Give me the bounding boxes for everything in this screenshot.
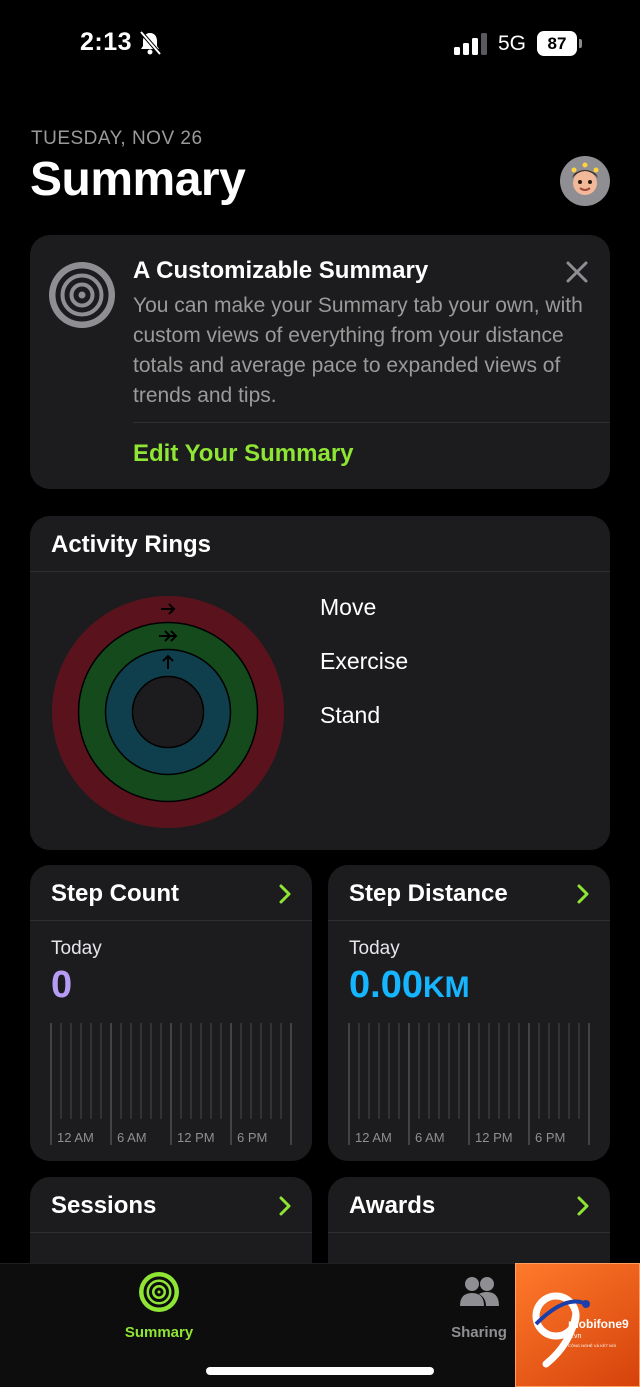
activity-rings-tab-icon [139, 1272, 179, 1312]
card-header: Step Count [30, 865, 312, 921]
chevron-right-icon [577, 884, 589, 904]
step-distance-value: 0.00KM [349, 964, 470, 1007]
edit-summary-link[interactable]: Edit Your Summary [133, 440, 354, 468]
step-count-value: 0 [51, 964, 73, 1006]
profile-avatar[interactable] [560, 156, 610, 206]
people-icon [460, 1277, 499, 1306]
memoji-avatar-icon [571, 162, 599, 195]
awards-title: Awards [349, 1192, 436, 1219]
close-icon[interactable] [564, 259, 590, 285]
page-title: Summary [30, 153, 246, 206]
chart-time-label: 6 AM [117, 1130, 147, 1145]
card-header: Awards [328, 1177, 610, 1233]
activity-rings-card[interactable]: Activity Rings Move Exercise Stand [30, 516, 610, 850]
cellular-signal-icon [454, 33, 487, 55]
stand-label: Stand [320, 702, 381, 728]
tab-summary-label: Summary [124, 1324, 194, 1341]
home-indicator [206, 1367, 434, 1375]
chevron-right-icon [577, 1196, 589, 1216]
chart-time-label: 12 PM [475, 1130, 513, 1145]
step-distance-card[interactable]: Step Distance Today 0.00KM 12 AM 6 AM 12 P… [328, 865, 610, 1161]
battery-tip [579, 39, 582, 48]
exercise-label: Exercise [320, 648, 409, 674]
status-time: 2:13 [80, 28, 133, 56]
promo-title: A Customizable Summary [133, 257, 429, 284]
period-label: Today [51, 938, 102, 959]
tab-summary[interactable]: Summary [99, 1272, 219, 1352]
stand-ring [106, 650, 230, 774]
card-header: Sessions [30, 1177, 312, 1233]
distance-number: 0.00 [349, 964, 423, 1006]
chart-time-label: 12 AM [57, 1130, 94, 1145]
card-header: Activity Rings [30, 516, 610, 572]
divider [133, 422, 610, 423]
svg-text:CÔNG NGHỆ VÀ KẾT NỐI: CÔNG NGHỆ VÀ KẾT NỐI [568, 1343, 616, 1348]
step-count-card[interactable]: Step Count Today 0 12 AM 6 AM 12 PM 6 PM [30, 865, 312, 1161]
chart-time-label: 12 PM [177, 1130, 215, 1145]
chart-time-label: 6 PM [535, 1130, 565, 1145]
distance-unit: KM [422, 971, 470, 1004]
period-label: Today [349, 938, 400, 959]
step-count-title: Step Count [51, 880, 179, 907]
bell-slash-icon [139, 30, 162, 56]
step-count-chart: 12 AM 6 AM 12 PM 6 PM [50, 1023, 292, 1145]
chevron-right-icon [279, 1196, 291, 1216]
activity-rings-chart [52, 596, 284, 828]
customizable-summary-card: A Customizable Summary You can make your… [30, 235, 610, 489]
sessions-title: Sessions [51, 1192, 157, 1219]
svg-text:.vn: .vn [572, 1333, 581, 1340]
card-header: Step Distance [328, 865, 610, 921]
network-type: 5G [498, 32, 527, 55]
battery-indicator: 87 [537, 31, 583, 56]
chart-time-label: 6 AM [415, 1130, 445, 1145]
chart-time-label: 6 PM [237, 1130, 267, 1145]
mobifone-watermark: mobifone9 .vn CÔNG NGHỆ VÀ KẾT NỐI [515, 1263, 640, 1387]
date-label: TUESDAY, NOV 26 [31, 128, 203, 149]
battery-level: 87 [537, 31, 577, 56]
chart-time-label: 12 AM [355, 1130, 392, 1145]
move-label: Move [320, 594, 377, 620]
step-distance-chart: 12 AM 6 AM 12 PM 6 PM [348, 1023, 590, 1145]
mobifone-logo-icon: mobifone9 .vn CÔNG NGHỆ VÀ KẾT NỐI [532, 1292, 629, 1368]
promo-body: You can make your Summary tab your own, … [133, 294, 583, 407]
activity-rings-title: Activity Rings [51, 531, 212, 558]
status-bar: 2:13 5G 87 [0, 0, 640, 90]
chevron-right-icon [279, 884, 291, 904]
activity-rings-logo-icon [49, 262, 115, 328]
step-distance-title: Step Distance [349, 880, 508, 907]
svg-text:mobifone9: mobifone9 [568, 1317, 629, 1331]
